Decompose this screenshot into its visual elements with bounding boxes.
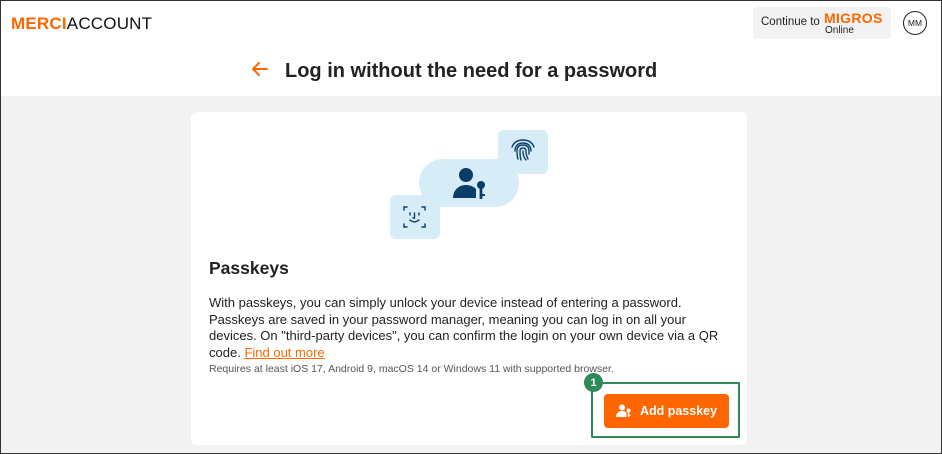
user-avatar[interactable]: MM bbox=[903, 11, 927, 35]
passkey-illustration bbox=[390, 130, 548, 239]
app-frame: MERCIACCOUNT Continue to MIGROS Online M… bbox=[0, 0, 942, 454]
step-number-badge: 1 bbox=[584, 373, 603, 392]
migros-logo-text: MIGROS bbox=[824, 10, 883, 26]
merci-account-logo[interactable]: MERCIACCOUNT bbox=[11, 14, 152, 34]
migros-online-label: Online bbox=[825, 25, 854, 36]
add-passkey-label: Add passkey bbox=[639, 404, 718, 418]
continue-label: Continue to bbox=[761, 16, 820, 28]
passkeys-heading: Passkeys bbox=[209, 258, 289, 278]
top-bar: MERCIACCOUNT Continue to MIGROS Online M… bbox=[1, 1, 941, 96]
user-key-icon bbox=[615, 404, 631, 417]
back-arrow-icon[interactable] bbox=[250, 59, 270, 79]
requirements-note: Requires at least iOS 17, Android 9, mac… bbox=[209, 363, 614, 375]
arrow-left-icon bbox=[252, 62, 268, 76]
page-title: Log in without the need for a password bbox=[285, 60, 658, 82]
find-out-more-link[interactable]: Find out more bbox=[244, 345, 324, 360]
brand-account: ACCOUNT bbox=[66, 14, 153, 33]
add-passkey-button[interactable]: Add passkey bbox=[604, 394, 729, 428]
passkeys-description: With passkeys, you can simply unlock you… bbox=[209, 295, 734, 361]
continue-to-migros-button[interactable]: Continue to MIGROS Online bbox=[753, 7, 891, 39]
brand-merci: MERCI bbox=[11, 14, 67, 33]
